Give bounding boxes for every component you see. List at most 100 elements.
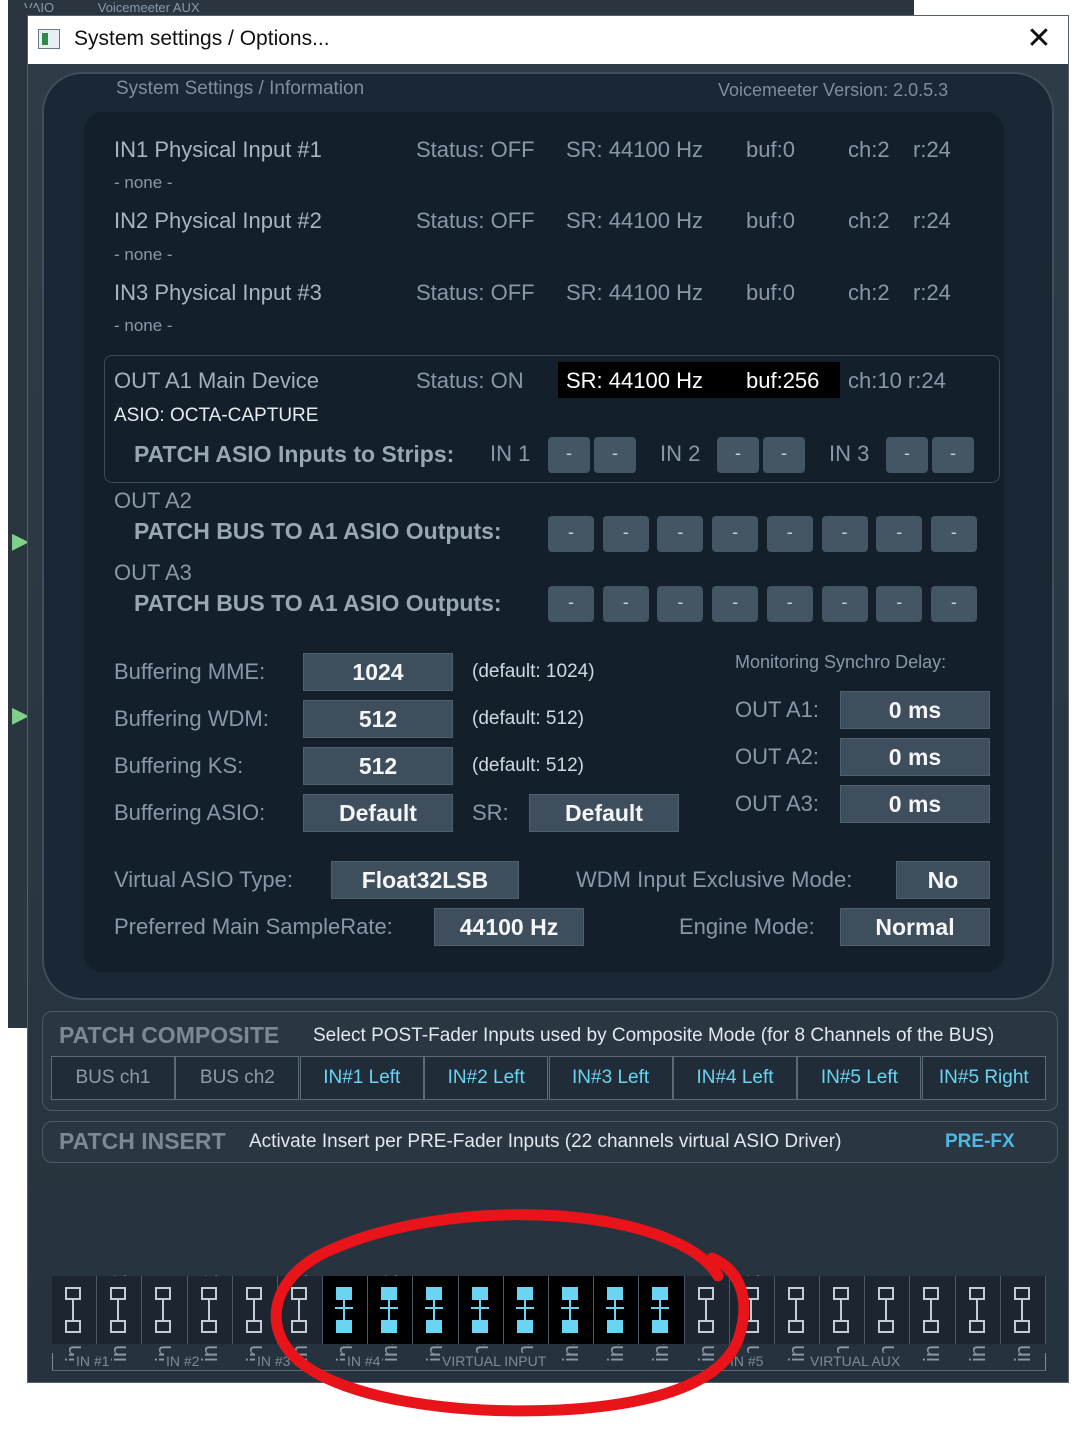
insert-toggle-18[interactable] [820, 1276, 866, 1344]
insert-connector-icon [155, 1287, 172, 1333]
insert-connector-icon [561, 1287, 579, 1333]
insert-toggle-5[interactable] [232, 1276, 278, 1344]
insert-toggle-1[interactable] [52, 1276, 98, 1344]
out-a3-patch-button-1[interactable]: - [548, 586, 594, 622]
composite-button-2[interactable]: BUS ch2 [175, 1056, 300, 1100]
monitoring-a2-label: OUT A2: [735, 744, 819, 769]
patch-asio-label: PATCH ASIO Inputs to Strips: [134, 441, 455, 467]
insert-toggle-14[interactable] [639, 1276, 685, 1344]
input-2-device: - none - [114, 245, 173, 264]
insert-toggle-8[interactable] [368, 1276, 414, 1344]
input-1-name: IN1 Physical Input #1 [114, 137, 322, 162]
out-a2-patch-button-4[interactable]: - [712, 516, 759, 552]
insert-connector-icon [425, 1287, 444, 1333]
out-a2-patch-button-3[interactable]: - [657, 516, 704, 552]
out-a2-patch-button-1[interactable]: - [548, 516, 594, 552]
out-a3-name: OUT A3 [114, 560, 192, 585]
composite-button-5[interactable]: IN#3 Left [548, 1056, 673, 1100]
out-a1-ch: ch:10 r:24 [848, 368, 946, 393]
buffering-asio-field[interactable]: Default [303, 794, 453, 832]
insert-toggle-6[interactable] [277, 1276, 324, 1344]
insert-channel-label: in4 C [415, 1150, 455, 1362]
out-a3-patch-button-6[interactable]: - [821, 586, 868, 622]
out-a3-patch-button-2[interactable]: - [602, 586, 649, 622]
insert-toggle-4[interactable] [187, 1276, 233, 1344]
insert-channel-label: in4 SL [506, 1150, 546, 1362]
monitoring-a1-field[interactable]: 0 ms [840, 691, 990, 729]
composite-button-6[interactable]: IN#4 Left [673, 1056, 797, 1100]
insert-toggle-17[interactable] [774, 1276, 821, 1344]
wdm-exclusive-field[interactable]: No [896, 861, 990, 899]
out-a3-patch-button-8[interactable]: - [930, 586, 977, 622]
asio-sr-field[interactable]: Default [529, 794, 679, 832]
insert-toggle-21[interactable] [955, 1276, 1001, 1344]
insert-connector-icon [110, 1287, 127, 1333]
out-a3-patch-button-5[interactable]: - [766, 586, 813, 622]
insert-toggle-7[interactable] [323, 1276, 369, 1344]
buffering-wdm-field[interactable]: 512 [303, 700, 453, 738]
insert-connector-icon [968, 1287, 985, 1333]
out-a2-patch-button-7[interactable]: - [876, 516, 923, 552]
patch-in3-label: IN 3 [829, 441, 870, 466]
insert-toggle-20[interactable] [910, 1276, 956, 1344]
group-virtual-aux-label: VIRTUAL AUX [808, 1353, 903, 1369]
input-3-name: IN3 Physical Input #3 [114, 280, 322, 305]
patch-in2-right-button[interactable]: - [763, 437, 805, 473]
monitoring-a3-field[interactable]: 0 ms [840, 785, 990, 823]
monitoring-a1-label: OUT A1: [735, 697, 819, 722]
insert-toggle-13[interactable] [594, 1276, 640, 1344]
insert-channel-label: in4 Left [325, 1150, 365, 1362]
out-a1-status: Status: ON [416, 368, 524, 393]
input-2-buf: buf:0 [746, 208, 795, 233]
out-a2-patch-button-2[interactable]: - [602, 516, 649, 552]
insert-toggle-2[interactable] [97, 1276, 143, 1344]
group-in3-label: IN #3 [255, 1353, 293, 1369]
insert-toggle-10[interactable] [458, 1276, 504, 1344]
buffering-ks-field[interactable]: 512 [303, 747, 453, 785]
insert-toggle-9[interactable] [413, 1276, 459, 1344]
composite-button-4[interactable]: IN#2 Left [424, 1056, 549, 1100]
patch-in1-left-button[interactable]: - [548, 437, 590, 473]
composite-button-1[interactable]: BUS ch1 [51, 1056, 175, 1100]
composite-button-7[interactable]: IN#5 Left [797, 1056, 922, 1100]
out-a3-patch-button-7[interactable]: - [876, 586, 923, 622]
engine-mode-field[interactable]: Normal [840, 908, 990, 946]
buffering-mme-field[interactable]: 1024 [303, 653, 453, 691]
insert-channel-label: in5 Left [687, 1150, 727, 1362]
patch-in2-left-button[interactable]: - [717, 437, 759, 473]
insert-toggle-11[interactable] [503, 1276, 549, 1344]
insert-toggle-16[interactable] [729, 1276, 775, 1344]
insert-toggle-12[interactable] [549, 1276, 595, 1344]
out-a2-patch-button-6[interactable]: - [821, 516, 868, 552]
group-in4-label: IN #4 [345, 1353, 383, 1369]
patch-in3-left-button[interactable]: - [886, 437, 928, 473]
input-3-ch: ch:2 [848, 280, 890, 305]
monitoring-a2-field[interactable]: 0 ms [840, 738, 990, 776]
group-in2-label: IN #2 [164, 1353, 202, 1369]
insert-connector-icon [878, 1287, 895, 1333]
virtual-asio-field[interactable]: Float32LSB [331, 861, 519, 899]
patch-in1-right-button[interactable]: - [594, 437, 636, 473]
buffering-mme-default: (default: 1024) [472, 661, 595, 682]
buffering-wdm-label: Buffering WDM: [114, 706, 269, 731]
insert-channel-label: in2 Left [144, 1150, 184, 1362]
insert-connector-icon [833, 1287, 850, 1333]
insert-toggle-19[interactable] [865, 1276, 911, 1344]
out-a3-patch-button-4[interactable]: - [712, 586, 759, 622]
insert-toggle-22[interactable] [1000, 1276, 1046, 1344]
patch-in3-right-button[interactable]: - [932, 437, 974, 473]
wdm-exclusive-label: WDM Input Exclusive Mode: [576, 867, 853, 892]
insert-toggle-15[interactable] [684, 1276, 730, 1344]
input-3-status: Status: OFF [416, 280, 535, 305]
insert-toggle-3[interactable] [142, 1276, 188, 1344]
insert-channel-label: in4 Right [370, 1150, 410, 1362]
composite-button-8[interactable]: IN#5 Right [921, 1056, 1046, 1100]
buffering-asio-label: Buffering ASIO: [114, 800, 266, 825]
out-a3-patch-button-3[interactable]: - [657, 586, 704, 622]
out-a2-patch-button-8[interactable]: - [930, 516, 977, 552]
samplerate-field[interactable]: 44100 Hz [434, 908, 584, 946]
out-a2-patch-button-5[interactable]: - [766, 516, 813, 552]
composite-button-3[interactable]: IN#1 Left [299, 1056, 424, 1100]
out-a2-patch-label: PATCH BUS TO A1 ASIO Outputs: [134, 518, 502, 544]
insert-channel-label: in5 LFE [822, 1150, 862, 1362]
